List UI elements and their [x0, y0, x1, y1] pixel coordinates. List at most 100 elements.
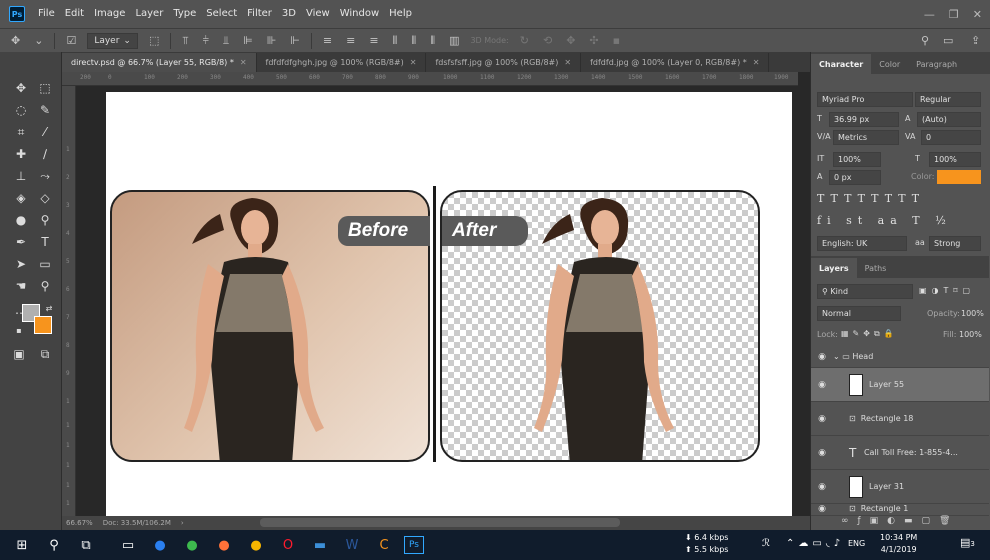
crop-tool-icon[interactable]: ⌗ — [12, 124, 30, 140]
history-brush-tool-icon[interactable]: ⤳ — [36, 168, 54, 184]
hand-tool-icon[interactable]: ☚ — [12, 278, 30, 294]
layer-row-text[interactable]: ◉ T Call Toll Free: 1-855-4... — [811, 436, 989, 470]
opera-app-icon[interactable]: O — [276, 533, 300, 557]
corel-app-icon[interactable]: C — [372, 533, 396, 557]
vertical-ruler[interactable]: 1 2 3 4 5 6 7 8 9 1 1 1 1 1 1 — [62, 86, 76, 516]
skype-app-icon[interactable]: ● — [148, 533, 172, 557]
swap-colors-icon[interactable]: ⇄ — [40, 300, 58, 316]
eye-icon[interactable]: ◉ — [811, 504, 833, 514]
font-family-select[interactable]: Myriad Pro — [817, 92, 913, 107]
tab-color[interactable]: Color — [871, 54, 908, 74]
menu-filter[interactable]: Filter — [242, 0, 277, 28]
dodge-tool-icon[interactable]: ⚲ — [36, 212, 54, 228]
notification-center-icon[interactable]: ▤3 — [960, 536, 975, 549]
search-icon[interactable]: ⚲ — [918, 34, 932, 47]
system-tray-icons[interactable]: ⌃☁▭◟♪ — [786, 538, 844, 549]
auto-select-dropdown[interactable]: Layer ⌄ — [87, 32, 138, 49]
close-icon[interactable]: ✕ — [564, 58, 571, 67]
tab-character[interactable]: Character — [811, 54, 872, 74]
pen-tool-icon[interactable]: ✒ — [12, 234, 30, 250]
terminal-app-icon[interactable]: ▭ — [116, 533, 140, 557]
rectangle-tool-icon[interactable]: ▭ — [36, 256, 54, 272]
tab-paths[interactable]: Paths — [857, 258, 895, 278]
background-color-swatch[interactable] — [34, 316, 52, 334]
workspace-icon[interactable]: ▭ — [940, 34, 956, 47]
move-tool-icon[interactable]: ✥ — [12, 80, 30, 96]
task-view-icon[interactable]: ⧉ — [74, 533, 98, 557]
language-select[interactable]: English: UK — [817, 236, 907, 251]
font-size-field[interactable]: 36.99 px — [829, 112, 899, 127]
path-select-tool-icon[interactable]: ➤ — [12, 256, 30, 272]
screen-mode-icon[interactable]: ⧉ — [36, 346, 54, 362]
auto-select-checkbox[interactable]: ☑ — [63, 34, 79, 47]
stamp-tool-icon[interactable]: ⊥ — [12, 168, 30, 184]
layer-row-head[interactable]: ◉ ⌄ ▭ Head — [811, 346, 989, 368]
3d-slide-icon[interactable]: ✣ — [586, 34, 601, 47]
tab-fdfdfd[interactable]: fdfdfd.jpg @ 100% (Layer 0, RGB/8#) * ✕ — [581, 53, 770, 72]
healing-brush-tool-icon[interactable]: ✚ — [12, 146, 30, 162]
3d-scale-icon[interactable]: ▪ — [610, 34, 623, 47]
eye-icon[interactable]: ◉ — [811, 352, 833, 362]
layer-row-layer-31[interactable]: ◉ Layer 31 — [811, 470, 989, 504]
tab-directv[interactable]: directv.psd @ 66.7% (Layer 55, RGB/8) * ✕ — [62, 53, 257, 72]
leading-field[interactable]: (Auto) — [917, 112, 981, 127]
close-icon[interactable]: ✕ — [753, 58, 760, 67]
baseline-shift-field[interactable]: 0 px — [829, 170, 881, 185]
marquee-tool-icon[interactable]: ⬚ — [36, 80, 54, 96]
tab-fdfdfdfghgh[interactable]: fdfdfdfghgh.jpg @ 100% (RGB/8#) ✕ — [257, 53, 427, 72]
eraser-tool-icon[interactable]: ◈ — [12, 190, 30, 206]
windows-start-icon[interactable]: ⊞ — [10, 533, 34, 557]
photoshop-logo[interactable]: Ps — [9, 6, 25, 22]
menu-help[interactable]: Help — [384, 0, 417, 28]
close-icon[interactable]: ✕ — [973, 8, 982, 21]
distribute-bottom-icon[interactable]: ≡ — [366, 34, 381, 47]
eye-icon[interactable]: ◉ — [811, 482, 833, 492]
horizontal-ruler[interactable]: 200 0 100 200 300 400 500 600 700 800 90… — [62, 72, 798, 86]
layer-row-layer-55[interactable]: ◉ Layer 55 — [811, 368, 989, 402]
eye-icon[interactable]: ◉ — [811, 414, 833, 424]
align-vcenter-icon[interactable]: ⫩ — [200, 34, 212, 48]
auto-align-icon[interactable]: ▥ — [446, 34, 462, 47]
share-icon[interactable]: ⇪ — [968, 34, 983, 47]
quick-mask-icon[interactable]: ▣ — [10, 346, 28, 362]
horizontal-scale-field[interactable]: 100% — [929, 152, 981, 167]
zoom-level[interactable]: 66.67% — [66, 519, 93, 527]
layer-filter-select[interactable]: ⚲ Kind — [817, 284, 913, 299]
3d-roll-icon[interactable]: ⟲ — [540, 34, 555, 47]
close-icon[interactable]: ✕ — [240, 58, 247, 67]
distribute-left-icon[interactable]: ⦀ — [390, 34, 401, 48]
layer-filter-icons[interactable]: ▣◑T⌑▢ — [919, 286, 975, 295]
menu-edit[interactable]: Edit — [60, 0, 89, 28]
vertical-scale-field[interactable]: 100% — [833, 152, 881, 167]
menu-layer[interactable]: Layer — [130, 0, 168, 28]
text-color-swatch[interactable] — [937, 170, 981, 184]
tracking-field[interactable]: 0 — [921, 130, 981, 145]
menu-view[interactable]: View — [301, 0, 335, 28]
kerning-field[interactable]: Metrics — [833, 130, 899, 145]
align-bottom-icon[interactable]: ⫫ — [220, 34, 232, 48]
brush-tool-icon[interactable]: ∕ — [36, 146, 54, 162]
faux-style-buttons[interactable]: TTTTTTTT — [817, 192, 925, 205]
menu-image[interactable]: Image — [89, 0, 130, 28]
3d-orbit-icon[interactable]: ↻ — [517, 34, 532, 47]
default-colors-icon[interactable]: ▪ — [10, 322, 28, 338]
tab-layers[interactable]: Layers — [811, 258, 857, 278]
quick-select-tool-icon[interactable]: ✎ — [36, 102, 54, 118]
people-icon[interactable]: ℛ — [762, 538, 770, 549]
menu-file[interactable]: File — [33, 0, 60, 28]
chevron-down-icon[interactable]: ⌄ — [31, 34, 46, 47]
opacity-value[interactable]: 100% — [961, 309, 984, 318]
word-app-icon[interactable]: W — [340, 533, 364, 557]
tab-fdsfsfsff[interactable]: fdsfsfsff.jpg @ 100% (RGB/8#) ✕ — [426, 53, 582, 72]
photoshop-app-icon[interactable]: Ps — [404, 536, 424, 554]
chrome-canary-app-icon[interactable]: ● — [244, 533, 268, 557]
font-style-select[interactable]: Regular — [915, 92, 981, 107]
eye-icon[interactable]: ◉ — [811, 380, 833, 390]
doc-size[interactable]: Doc: 33.5M/106.2M — [103, 519, 171, 527]
language-indicator[interactable]: ENG — [848, 539, 865, 548]
align-hcenter-icon[interactable]: ⊪ — [264, 34, 280, 47]
transform-controls-icon[interactable]: ⬚ — [146, 34, 162, 47]
move-tool-icon[interactable]: ✥ — [8, 34, 23, 47]
lock-icons[interactable]: ▦✎✥⧉🔒 — [841, 329, 898, 339]
minimize-icon[interactable]: — — [924, 8, 935, 21]
